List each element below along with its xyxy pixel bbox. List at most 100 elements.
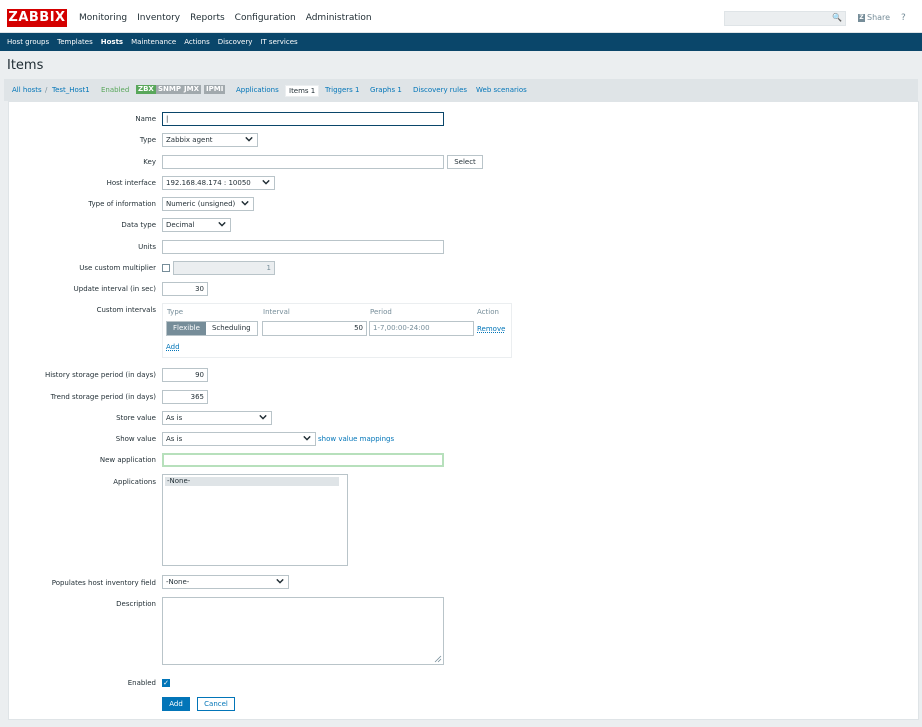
chevron-down-icon <box>218 221 226 227</box>
search-icon[interactable]: 🔍 <box>832 13 842 22</box>
chevron-down-icon <box>276 578 284 584</box>
type-select-value: Zabbix agent <box>166 136 213 144</box>
show-value-label: Show value <box>115 435 156 443</box>
menu-configuration[interactable]: Configuration <box>230 0 301 33</box>
top-bar: ZABBIX Monitoring Inventory Reports Conf… <box>0 0 922 33</box>
update-interval-input[interactable]: 30 <box>162 282 208 296</box>
host-status[interactable]: Enabled <box>101 85 129 95</box>
submenu-actions[interactable]: Actions <box>180 33 214 51</box>
show-value-value: As is <box>166 435 183 443</box>
host-interface-value: 192.168.48.174 : 10050 <box>166 179 251 187</box>
host-interface-label: Host interface <box>106 179 156 187</box>
store-value-select[interactable]: As is <box>162 411 272 425</box>
show-value-select[interactable]: As is <box>162 432 316 446</box>
snmp-availability-badge: SNMP <box>156 85 183 94</box>
data-type-value: Decimal <box>166 221 195 229</box>
new-application-label: New application <box>99 456 156 464</box>
menu-reports[interactable]: Reports <box>185 0 230 33</box>
submenu-host-groups[interactable]: Host groups <box>3 33 53 51</box>
page-title: Items <box>7 58 44 73</box>
items-tab[interactable]: Items 1 <box>285 85 320 97</box>
key-label: Key <box>143 158 156 166</box>
resize-handle-icon[interactable] <box>434 655 442 663</box>
enabled-checkbox[interactable]: ✓ <box>162 679 170 687</box>
applications-option[interactable]: -None- <box>165 477 339 486</box>
breadcrumb-separator: / <box>45 86 48 94</box>
help-link[interactable]: ? <box>901 13 906 23</box>
store-value-label: Store value <box>116 414 156 422</box>
key-input[interactable] <box>162 155 444 169</box>
type-of-information-label: Type of information <box>88 200 156 208</box>
custom-multiplier-checkbox[interactable] <box>162 264 170 272</box>
menu-inventory[interactable]: Inventory <box>132 0 185 33</box>
applications-label: Applications <box>113 478 156 486</box>
chevron-down-icon <box>259 414 267 420</box>
interval-type-toggle: Flexible Scheduling <box>166 321 258 336</box>
trend-input[interactable]: 365 <box>162 390 208 404</box>
menu-administration[interactable]: Administration <box>301 0 377 33</box>
enabled-label: Enabled <box>127 679 156 687</box>
interval-input[interactable]: 50 <box>262 321 367 336</box>
zbx-availability-badge: ZBX <box>136 85 156 94</box>
period-input[interactable]: 1-7,00:00-24:00 <box>369 321 474 336</box>
type-of-information-value: Numeric (unsigned) <box>166 200 236 208</box>
menu-monitoring[interactable]: Monitoring <box>74 0 132 33</box>
ipmi-availability-badge: IPMI <box>204 85 226 94</box>
show-value-mappings-link[interactable]: show value mappings <box>318 435 394 443</box>
share-link[interactable]: Z Share <box>858 13 890 22</box>
data-type-select[interactable]: Decimal <box>162 218 231 232</box>
zabbix-logo[interactable]: ZABBIX <box>7 9 67 27</box>
scheduling-toggle[interactable]: Scheduling <box>206 322 257 335</box>
chevron-down-icon <box>245 136 253 142</box>
intervals-interval-header: Interval <box>263 308 290 316</box>
discovery-rules-tab[interactable]: Discovery rules <box>413 85 467 95</box>
add-interval-link[interactable]: Add <box>166 343 180 351</box>
new-application-input[interactable] <box>162 453 444 467</box>
type-select[interactable]: Zabbix agent <box>162 133 258 147</box>
submenu-it-services[interactable]: IT services <box>256 33 301 51</box>
all-hosts-link[interactable]: All hosts <box>12 85 42 95</box>
name-label: Name <box>135 115 156 123</box>
custom-multiplier-label: Use custom multiplier <box>79 264 156 272</box>
jmx-availability-badge: JMX <box>182 85 201 94</box>
history-input[interactable]: 90 <box>162 368 208 382</box>
main-menu: Monitoring Inventory Reports Configurati… <box>74 0 377 33</box>
graphs-tab[interactable]: Graphs 1 <box>370 85 402 95</box>
key-select-button[interactable]: Select <box>447 155 483 169</box>
data-type-label: Data type <box>121 221 156 229</box>
chevron-down-icon <box>262 179 270 185</box>
units-input[interactable] <box>162 240 444 254</box>
host-navigation: All hosts / Test_Host1 Enabled ZBX SNMP … <box>4 79 918 101</box>
item-form: Name | Type Zabbix agent Key Select Host… <box>8 101 919 720</box>
custom-intervals-label: Custom intervals <box>96 306 156 314</box>
custom-multiplier-input[interactable]: 1 <box>173 261 275 275</box>
remove-interval-link[interactable]: Remove <box>477 325 505 333</box>
type-label: Type <box>139 136 156 144</box>
flexible-toggle[interactable]: Flexible <box>167 322 206 335</box>
intervals-type-header: Type <box>167 308 184 316</box>
share-icon: Z <box>858 13 865 22</box>
intervals-period-header: Period <box>370 308 392 316</box>
host-interface-select[interactable]: 192.168.48.174 : 10050 <box>162 176 275 190</box>
submenu-maintenance[interactable]: Maintenance <box>127 33 180 51</box>
name-input[interactable]: | <box>162 112 444 126</box>
applications-listbox[interactable]: -None- <box>162 474 348 566</box>
share-label: Share <box>867 13 891 22</box>
submenu-hosts[interactable]: Hosts <box>97 33 127 51</box>
update-interval-label: Update interval (in sec) <box>73 285 156 293</box>
web-scenarios-tab[interactable]: Web scenarios <box>476 85 527 95</box>
description-label: Description <box>116 600 156 608</box>
submenu-templates[interactable]: Templates <box>53 33 97 51</box>
store-value-value: As is <box>166 414 183 422</box>
inventory-field-label: Populates host inventory field <box>51 579 156 587</box>
cancel-button[interactable]: Cancel <box>197 697 235 711</box>
submenu-discovery[interactable]: Discovery <box>214 33 257 51</box>
search-input[interactable]: 🔍 <box>724 11 846 26</box>
applications-tab[interactable]: Applications <box>236 85 279 95</box>
type-of-information-select[interactable]: Numeric (unsigned) <box>162 197 254 211</box>
triggers-tab[interactable]: Triggers 1 <box>325 85 359 95</box>
description-textarea[interactable] <box>162 597 444 665</box>
inventory-field-select[interactable]: -None- <box>162 575 289 589</box>
add-button[interactable]: Add <box>162 697 190 711</box>
host-link[interactable]: Test_Host1 <box>52 85 90 95</box>
